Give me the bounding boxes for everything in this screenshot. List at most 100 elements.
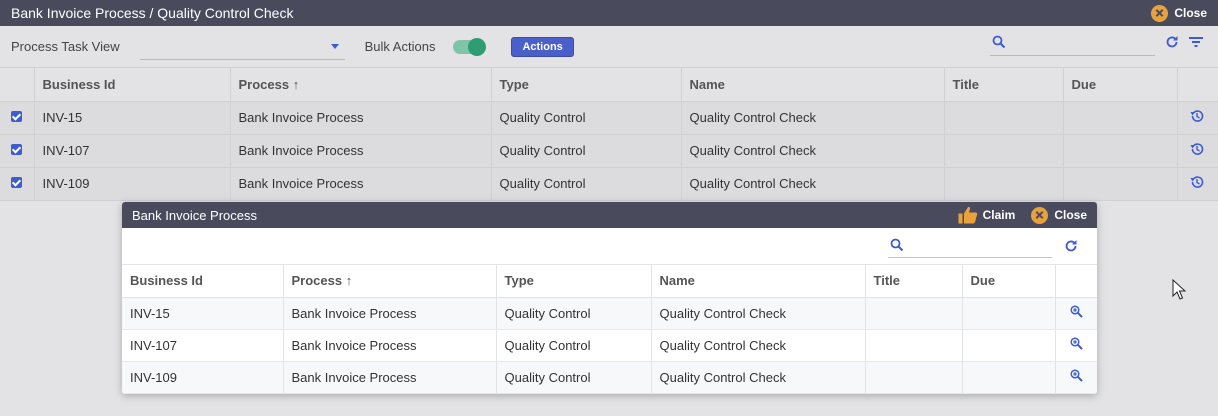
cell-title xyxy=(865,297,963,330)
cell-process: Bank Invoice Process xyxy=(283,329,497,362)
column-header-type[interactable]: Type xyxy=(496,265,652,298)
view-label: Process Task View xyxy=(11,39,120,54)
process-task-view-select[interactable] xyxy=(139,34,345,60)
window-titlebar: Bank Invoice Process / Quality Control C… xyxy=(0,0,1218,26)
cell-name: Quality Control Check xyxy=(651,361,866,394)
chevron-down-icon xyxy=(330,43,339,49)
thumbs-up-icon xyxy=(958,206,977,224)
table-row[interactable]: INV-15 Bank Invoice Process Quality Cont… xyxy=(0,101,1218,135)
select-column-header xyxy=(0,68,35,102)
cell-business-id: INV-109 xyxy=(34,167,231,201)
table-row[interactable]: INV-15 Bank Invoice Process Quality Cont… xyxy=(122,297,1097,330)
cell-due xyxy=(962,329,1056,362)
cell-title xyxy=(944,167,1064,201)
column-header-process-label: Process xyxy=(238,76,290,92)
cell-title xyxy=(865,329,963,362)
window-close-label: Close xyxy=(1174,6,1207,20)
toolbar: Process Task View Bulk Actions Actions xyxy=(0,26,1218,68)
popup-title: Bank Invoice Process xyxy=(132,207,258,223)
claim-popup: Bank Invoice Process Claim Close Busines… xyxy=(122,202,1097,394)
cell-process: Bank Invoice Process xyxy=(283,361,497,394)
cell-name: Quality Control Check xyxy=(651,329,866,362)
cell-title xyxy=(865,361,963,394)
cell-name: Quality Control Check xyxy=(681,134,945,168)
refresh-icon[interactable] xyxy=(1064,239,1078,253)
bulk-actions-toggle[interactable] xyxy=(453,37,487,56)
cell-type: Quality Control xyxy=(496,297,652,330)
row-checkbox[interactable] xyxy=(11,177,22,188)
table-header-row: Business Id Process ↑ Type Name Title Du… xyxy=(0,68,1218,102)
row-checkbox[interactable] xyxy=(11,111,22,122)
cell-type: Quality Control xyxy=(496,361,652,394)
popup-close-button[interactable]: Close xyxy=(1031,206,1087,224)
cell-process: Bank Invoice Process xyxy=(230,167,492,201)
sort-ascending-icon: ↑ xyxy=(292,76,300,92)
column-header-process[interactable]: Process ↑ xyxy=(283,265,497,298)
search-input[interactable] xyxy=(990,32,1155,56)
cell-business-id: INV-15 xyxy=(34,101,231,135)
window-close-button[interactable]: Close xyxy=(1151,4,1207,22)
zoom-in-icon[interactable] xyxy=(1069,369,1083,382)
claim-label: Claim xyxy=(982,208,1016,222)
column-header-due[interactable]: Due xyxy=(962,265,1056,298)
table-row[interactable]: INV-107 Bank Invoice Process Quality Con… xyxy=(0,134,1218,168)
history-icon[interactable] xyxy=(1190,142,1204,156)
filter-icon[interactable] xyxy=(1189,36,1203,48)
refresh-icon[interactable] xyxy=(1165,35,1179,49)
cell-process: Bank Invoice Process xyxy=(283,297,497,330)
cell-business-id: INV-107 xyxy=(122,329,284,362)
column-header-title[interactable]: Title xyxy=(865,265,963,298)
mouse-cursor-icon xyxy=(1172,279,1186,300)
cell-name: Quality Control Check xyxy=(681,167,945,201)
task-table: Business Id Process ↑ Type Name Title Du… xyxy=(0,68,1218,201)
cell-type: Quality Control xyxy=(491,134,682,168)
actions-button[interactable]: Actions xyxy=(511,36,574,57)
column-header-business-id[interactable]: Business Id xyxy=(122,265,284,298)
column-header-name[interactable]: Name xyxy=(651,265,866,298)
popup-close-label: Close xyxy=(1054,208,1087,222)
cell-business-id: INV-109 xyxy=(122,361,284,394)
bulk-actions-label: Bulk Actions xyxy=(364,39,436,54)
cell-title xyxy=(944,101,1064,135)
claim-button[interactable]: Claim xyxy=(958,206,1016,224)
history-icon[interactable] xyxy=(1190,109,1204,123)
table-row[interactable]: INV-109 Bank Invoice Process Quality Con… xyxy=(0,167,1218,201)
window-title: Bank Invoice Process / Quality Control C… xyxy=(11,5,294,21)
cell-name: Quality Control Check xyxy=(681,101,945,135)
popup-search-input[interactable] xyxy=(888,236,1052,258)
history-icon[interactable] xyxy=(1190,175,1204,189)
actions-column-header xyxy=(1055,265,1097,298)
column-header-process-label: Process xyxy=(291,273,343,289)
table-header-row: Business Id Process ↑ Type Name Title Du… xyxy=(122,265,1097,298)
column-header-title[interactable]: Title xyxy=(944,68,1064,102)
zoom-in-icon[interactable] xyxy=(1069,305,1083,318)
cell-due xyxy=(962,297,1056,330)
cell-process: Bank Invoice Process xyxy=(230,134,492,168)
cell-title xyxy=(944,134,1064,168)
cell-type: Quality Control xyxy=(496,329,652,362)
search-icon xyxy=(992,35,1006,49)
actions-column-header xyxy=(1177,68,1218,102)
cell-due xyxy=(1063,167,1178,201)
cell-due xyxy=(962,361,1056,394)
zoom-in-icon[interactable] xyxy=(1069,337,1083,350)
cell-process: Bank Invoice Process xyxy=(230,101,492,135)
cell-due xyxy=(1063,101,1178,135)
column-header-business-id[interactable]: Business Id xyxy=(34,68,231,102)
cell-business-id: INV-15 xyxy=(122,297,284,330)
column-header-process[interactable]: Process ↑ xyxy=(230,68,492,102)
cell-business-id: INV-107 xyxy=(34,134,231,168)
row-checkbox[interactable] xyxy=(11,144,22,155)
table-row[interactable]: INV-109 Bank Invoice Process Quality Con… xyxy=(122,361,1097,394)
popup-task-table: Business Id Process ↑ Type Name Title Du… xyxy=(122,265,1097,394)
cell-name: Quality Control Check xyxy=(651,297,866,330)
sort-ascending-icon: ↑ xyxy=(345,273,353,289)
column-header-type[interactable]: Type xyxy=(491,68,682,102)
column-header-name[interactable]: Name xyxy=(681,68,945,102)
cell-due xyxy=(1063,134,1178,168)
popup-search-bar xyxy=(122,228,1097,265)
cell-type: Quality Control xyxy=(491,167,682,201)
column-header-due[interactable]: Due xyxy=(1063,68,1178,102)
table-row[interactable]: INV-107 Bank Invoice Process Quality Con… xyxy=(122,329,1097,362)
toggle-knob xyxy=(468,37,487,56)
